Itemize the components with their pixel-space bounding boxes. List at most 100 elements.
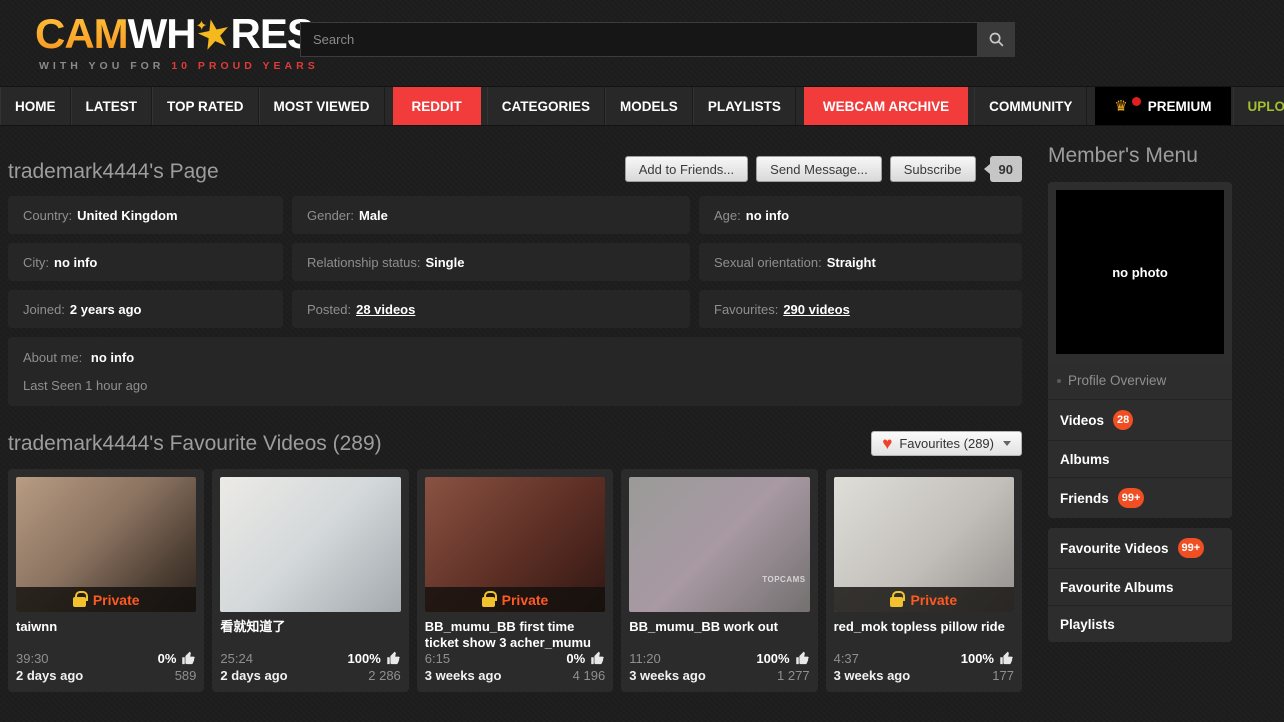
members-menu: Member's Menu no photo Profile Overview …: [1048, 140, 1232, 642]
video-meta: 4:37 100% 3 weeks ago 177: [834, 650, 1014, 684]
thumbs-up-icon: [1000, 651, 1013, 665]
nav-premium[interactable]: ♛ PREMIUM: [1095, 87, 1231, 125]
info-country: Country: United Kingdom: [8, 196, 283, 234]
sparkle-icon: ✦: [195, 17, 207, 34]
video-card[interactable]: Private red_mok topless pillow ride 4:37…: [825, 469, 1022, 692]
video-thumbnail[interactable]: [220, 477, 401, 612]
sidebar-item-profile-overview[interactable]: Profile Overview: [1048, 362, 1232, 399]
page-title: trademark4444's Page: [8, 160, 219, 183]
info-posted: Posted: 28 videos: [292, 290, 690, 328]
info-value: no info: [54, 254, 98, 270]
nav-reddit[interactable]: REDDIT: [392, 87, 481, 125]
info-joined: Joined: 2 years ago: [8, 290, 283, 328]
video-title[interactable]: 看就知道了: [220, 619, 400, 635]
video-views: 1 277: [777, 668, 810, 683]
posted-videos-link[interactable]: 28 videos: [356, 302, 415, 317]
profile-info-grid: Country: United Kingdom Gender: Male Age…: [8, 196, 1022, 328]
menu-group-1: Profile Overview Videos 28 Albums Friend…: [1048, 362, 1232, 518]
favourites-header: trademark4444's Favourite Videos (289) ♥…: [8, 431, 1022, 456]
nav-latest[interactable]: LATEST: [70, 87, 152, 125]
video-thumbnail[interactable]: Private: [16, 477, 197, 612]
info-value: Single: [425, 254, 465, 270]
info-label: Gender:: [307, 207, 354, 223]
nav-upload[interactable]: UPLOAD: [1232, 87, 1284, 125]
info-label: Age:: [714, 207, 741, 223]
info-label: Joined:: [23, 301, 65, 317]
sidebar-item-label: Albums: [1060, 451, 1110, 467]
favourite-videos-link[interactable]: 290 videos: [783, 302, 850, 317]
video-title[interactable]: red_mok topless pillow ride: [834, 619, 1014, 635]
sidebar-item-albums[interactable]: Albums: [1048, 440, 1232, 477]
video-duration: 25:24: [220, 651, 253, 666]
video-age: 2 days ago: [16, 668, 84, 683]
logo-tagline: WITH YOU FOR 10 PROUD YEARS: [39, 60, 319, 72]
info-gender: Gender: Male: [292, 196, 690, 234]
info-label: Favourites:: [714, 301, 779, 317]
favourites-dropdown-label: Favourites (289): [899, 436, 994, 451]
site-logo[interactable]: CAMWH★ ✦ RES WITH YOU FOR 10 PROUD YEARS: [35, 10, 319, 72]
nav-webcam-archive[interactable]: WEBCAM ARCHIVE: [803, 87, 969, 125]
info-relationship: Relationship status: Single: [292, 243, 690, 281]
video-meta: 25:24 100% 2 days ago 2 286: [220, 650, 400, 684]
sidebar-item-favourite-videos[interactable]: Favourite Videos 99+: [1048, 528, 1232, 568]
video-duration: 11:20: [629, 651, 661, 666]
lock-icon: [481, 590, 497, 607]
add-to-friends-button[interactable]: Add to Friends...: [624, 156, 749, 182]
thumbs-up-icon: [795, 651, 809, 665]
video-thumbnail[interactable]: Private: [833, 477, 1014, 612]
search-icon: [989, 32, 1003, 47]
video-views: 589: [174, 668, 197, 683]
video-duration: 39:30: [16, 651, 49, 666]
sidebar-item-friends[interactable]: Friends 99+: [1048, 477, 1232, 518]
sidebar-item-videos[interactable]: Videos 28: [1048, 399, 1232, 440]
nav-models[interactable]: MODELS: [605, 87, 693, 125]
info-city: City: no info: [8, 243, 283, 281]
video-thumbnail[interactable]: Private: [424, 477, 606, 612]
sidebar-item-label: Favourite Videos: [1060, 540, 1169, 556]
nav-categories[interactable]: CATEGORIES: [486, 87, 606, 125]
nav-home[interactable]: HOME: [0, 87, 71, 125]
send-message-button[interactable]: Send Message...: [756, 156, 882, 182]
video-views: 2 286: [368, 668, 401, 683]
watermark: TOPCAMS: [762, 575, 806, 584]
video-card[interactable]: Private taiwnn 39:30 0% 2 days ago 589: [8, 469, 205, 692]
info-label: Sexual orientation:: [714, 254, 822, 270]
video-rating: 100%: [961, 650, 1014, 667]
about-box: About me: no info Last Seen 1 hour ago: [8, 337, 1022, 406]
sidebar-item-playlists[interactable]: Playlists: [1048, 605, 1232, 642]
info-value: 2 years ago: [69, 301, 142, 317]
video-card[interactable]: 看就知道了 25:24 100% 2 days ago 2 286: [212, 469, 409, 692]
favourites-dropdown[interactable]: ♥ Favourites (289): [871, 431, 1022, 456]
tagline-highlight: 10 PROUD YEARS: [171, 60, 319, 72]
thumbs-up-icon: [591, 651, 604, 665]
chevron-down-icon: [1003, 441, 1011, 446]
nav-playlists[interactable]: PLAYLISTS: [692, 87, 796, 125]
about-label: About me:: [23, 350, 83, 365]
video-title[interactable]: BB_mumu_BB work out: [629, 619, 809, 635]
sidebar-item-label: Favourite Albums: [1060, 579, 1174, 595]
search-button[interactable]: [978, 22, 1015, 57]
nav-top-rated[interactable]: TOP RATED: [152, 87, 259, 125]
site-header: CAMWH★ ✦ RES WITH YOU FOR 10 PROUD YEARS: [0, 0, 1284, 86]
logo-wh: WH: [127, 10, 197, 57]
video-title[interactable]: taiwnn: [16, 619, 196, 635]
subscribe-button[interactable]: Subscribe: [889, 156, 976, 182]
video-rating: 0%: [158, 650, 197, 667]
video-duration: 6:15: [424, 651, 451, 666]
video-title[interactable]: BB_mumu_BB first time ticket show 3 ache…: [425, 619, 605, 650]
video-views: 4 196: [572, 668, 606, 683]
search-input[interactable]: [300, 22, 978, 57]
video-thumbnail[interactable]: TOPCAMS: [629, 477, 810, 612]
info-value: Male: [358, 207, 388, 223]
sidebar-item-favourite-albums[interactable]: Favourite Albums: [1048, 568, 1232, 605]
nav-most-viewed[interactable]: MOST VIEWED: [258, 87, 385, 125]
last-seen: Last Seen 1 hour ago: [23, 378, 148, 393]
info-orientation: Sexual orientation: Straight: [699, 243, 1022, 281]
videos-count-badge: 28: [1113, 410, 1134, 430]
nav-premium-label: PREMIUM: [1147, 98, 1212, 114]
nav-community[interactable]: COMMUNITY: [974, 87, 1088, 125]
profile-header: trademark4444's Page Add to Friends... S…: [8, 140, 1022, 184]
video-card[interactable]: Private BB_mumu_BB first time ticket sho…: [416, 469, 614, 692]
video-card[interactable]: TOPCAMS BB_mumu_BB work out 11:20 100% 3…: [621, 469, 818, 692]
video-rating: 100%: [348, 650, 401, 667]
